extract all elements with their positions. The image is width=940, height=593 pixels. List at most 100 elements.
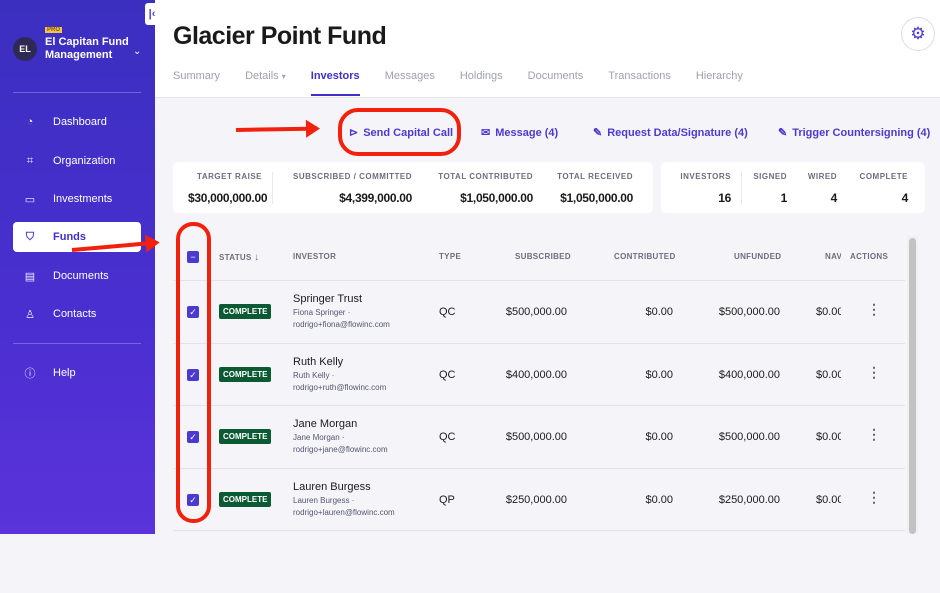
column-header-type[interactable]: TYPE xyxy=(439,252,461,261)
sidebar: EL PRO El Capitan Fund Management ⌄ ◔ Das… xyxy=(0,0,155,534)
sidebar-item-investments[interactable]: ▭ Investments xyxy=(13,184,141,214)
org-switcher[interactable]: EL PRO El Capitan Fund Management xyxy=(13,27,130,62)
shield-icon: ⛉ xyxy=(25,230,35,243)
annotation-arrow xyxy=(235,126,317,132)
subscribed-cell: $400,000.00 xyxy=(505,368,567,381)
tab-summary[interactable]: Summary xyxy=(173,70,220,96)
investor-email: rodrigo+lauren@flowinc.com xyxy=(293,507,395,517)
stat-target-raise: TARGET RAISE $30,000,000.00 xyxy=(188,172,268,205)
fund-stats-card: TARGET RAISE $30,000,000.00 SUBSCRIBED / … xyxy=(173,162,653,213)
avatar: EL xyxy=(13,37,37,61)
sidebar-item-label: Documents xyxy=(53,270,109,282)
type-cell: QC xyxy=(439,368,456,381)
briefcase-icon: ▭ xyxy=(24,193,36,206)
investor-contact: Ruth Kelly · xyxy=(293,370,335,380)
settings-button[interactable]: ⚙ xyxy=(901,17,935,51)
sidebar-item-label: Dashboard xyxy=(53,116,107,128)
investor-email: rodrigo+fiona@flowinc.com xyxy=(293,320,390,329)
divider xyxy=(741,172,742,204)
request-signature-button[interactable]: ✎ Request Data/Signature (4) xyxy=(593,126,748,140)
investor-name: Jane Morgan xyxy=(293,418,358,430)
sidebar-item-help[interactable]: ⓘ Help xyxy=(13,358,141,388)
nav-cell: $0.00 xyxy=(816,493,841,506)
tab-documents[interactable]: Documents xyxy=(528,70,584,96)
tab-messages[interactable]: Messages xyxy=(385,70,435,96)
investor-cell[interactable]: Lauren Burgess Lauren Burgess · rodrigo+la… xyxy=(293,481,395,519)
sidebar-item-documents[interactable]: ▤ Documents xyxy=(13,261,141,291)
count-signed: SIGNED 1 xyxy=(753,172,787,205)
trigger-countersigning-button[interactable]: ✎ Trigger Countersigning (4) xyxy=(778,126,930,140)
collapse-sidebar-button[interactable]: |‹ xyxy=(145,3,159,25)
investor-counts-card: INVESTORS 16 SIGNED 1 WIRED 4 COMPLETE 4 xyxy=(661,162,925,213)
signature-icon: ✎ xyxy=(593,127,603,139)
count-complete: COMPLETE 4 xyxy=(859,172,909,205)
table-row[interactable]: ✓ COMPLETE Lauren Burgess Lauren Burgess … xyxy=(173,467,905,531)
more-actions-icon[interactable]: ⋮ xyxy=(867,301,881,318)
column-header-subscribed[interactable]: SUBSCRIBED xyxy=(515,252,571,261)
column-header-actions: ACTIONS xyxy=(850,252,889,261)
more-actions-icon[interactable]: ⋮ xyxy=(867,364,881,381)
table-row[interactable]: ✓ COMPLETE Ruth Kelly Ruth Kelly · rodrigo… xyxy=(173,342,905,406)
more-actions-icon[interactable]: ⋮ xyxy=(867,489,881,506)
investor-cell[interactable]: Jane Morgan Jane Morgan · rodrigo+jane@flo… xyxy=(293,418,388,456)
investor-name: Ruth Kelly xyxy=(293,355,344,368)
nav-cell: $0.00 xyxy=(816,431,841,443)
column-header-unfunded[interactable]: UNFUNDED xyxy=(734,252,781,261)
tab-details[interactable]: Details ▾ xyxy=(245,70,286,96)
sidebar-item-label: Help xyxy=(53,367,76,379)
column-header-status[interactable]: STATUS ↓ xyxy=(219,252,259,263)
tab-investors[interactable]: Investors xyxy=(310,70,360,96)
status-badge: COMPLETE xyxy=(219,429,272,444)
signature-icon: ✎ xyxy=(778,127,788,139)
investor-email: rodrigo+ruth@flowinc.com xyxy=(293,382,387,392)
collapse-left-icon: |‹ xyxy=(148,8,156,20)
message-button[interactable]: ✉ Message (4) xyxy=(481,126,559,140)
tab-bar: Summary Details ▾ Investors Messages Hol… xyxy=(173,70,768,96)
sidebar-item-organization[interactable]: ⌗ Organization xyxy=(13,146,141,176)
divider xyxy=(13,343,141,344)
tab-transactions[interactable]: Transactions xyxy=(608,70,671,96)
scrollbar[interactable] xyxy=(907,236,918,534)
column-header-nav[interactable]: NAV xyxy=(825,252,841,261)
contributed-cell: $0.00 xyxy=(645,306,673,318)
gear-icon: ⚙ xyxy=(910,24,926,43)
action-label: Request Data/Signature (4) xyxy=(607,126,748,139)
more-actions-icon[interactable]: ⋮ xyxy=(867,426,881,443)
investor-name: Lauren Burgess xyxy=(293,480,371,493)
sort-down-icon: ↓ xyxy=(254,252,260,263)
investor-cell[interactable]: Springer Trust Fiona Springer · rodrigo+fi… xyxy=(293,293,390,331)
gauge-icon: ◔ xyxy=(26,116,34,128)
divider xyxy=(272,172,273,204)
help-icon: ⓘ xyxy=(24,368,36,380)
column-header-investor[interactable]: INVESTOR xyxy=(293,252,336,261)
investor-name: Springer Trust xyxy=(293,293,363,305)
count-wired: WIRED 4 xyxy=(807,172,837,205)
subscribed-cell: $250,000.00 xyxy=(505,493,567,506)
org-icon: ⌗ xyxy=(26,154,34,167)
unfunded-cell: $500,000.00 xyxy=(718,306,780,318)
table-row[interactable]: ✓ COMPLETE Jane Morgan Jane Morgan · rodri… xyxy=(173,405,905,468)
tab-holdings[interactable]: Holdings xyxy=(460,70,503,96)
count-investors: INVESTORS 16 xyxy=(680,172,731,205)
unfunded-cell: $500,000.00 xyxy=(718,431,780,443)
investor-email: rodrigo+jane@flowinc.com xyxy=(293,445,388,454)
annotation-outline xyxy=(176,222,211,523)
divider xyxy=(13,92,141,93)
investor-cell[interactable]: Ruth Kelly Ruth Kelly · rodrigo+ruth@flowi… xyxy=(293,356,386,394)
column-header-contributed[interactable]: CONTRIBUTED xyxy=(614,252,676,261)
contributed-cell: $0.00 xyxy=(645,493,673,506)
chevron-down-icon[interactable]: ⌄ xyxy=(133,46,141,57)
stat-subscribed: SUBSCRIBED / COMMITTED $4,399,000.00 xyxy=(293,172,412,205)
sidebar-item-contacts[interactable]: ♙ Contacts xyxy=(13,299,141,329)
sidebar-item-label: Organization xyxy=(53,155,116,167)
chevron-down-icon: ▾ xyxy=(281,72,286,81)
sidebar-item-label: Investments xyxy=(53,193,113,205)
action-label: Message (4) xyxy=(495,126,559,139)
unfunded-cell: $400,000.00 xyxy=(718,368,780,381)
investor-contact: Lauren Burgess · xyxy=(293,495,355,505)
table-row[interactable]: ✓ COMPLETE Springer Trust Fiona Springer … xyxy=(173,280,905,343)
sidebar-item-dashboard[interactable]: ◔ Dashboard xyxy=(13,107,141,137)
tab-label: Details xyxy=(245,70,279,82)
divider xyxy=(173,530,905,593)
tab-hierarchy[interactable]: Hierarchy xyxy=(696,70,743,96)
